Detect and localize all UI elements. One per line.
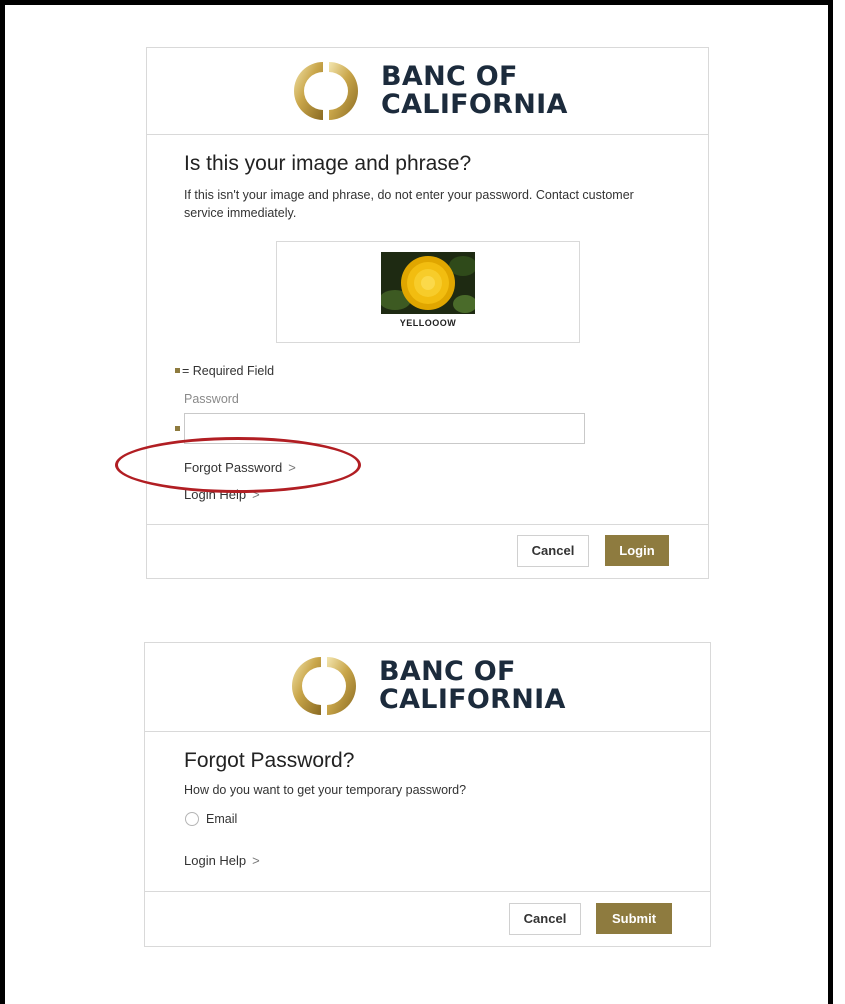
- forgot-card-header: BANC OF CALIFORNIA: [145, 643, 710, 732]
- login-help-label: Login Help: [184, 853, 247, 868]
- chevron-right-icon: >: [252, 853, 260, 868]
- security-warning: If this isn't your image and phrase, do …: [184, 188, 634, 220]
- forgot-password-card: BANC OF CALIFORNIA Forgot Password? How …: [144, 642, 711, 947]
- yellow-flower-image: [381, 252, 475, 314]
- login-help-link[interactable]: Login Help >: [184, 853, 260, 868]
- bank-logo: BANC OF CALIFORNIA: [291, 653, 566, 719]
- password-required-marker: [175, 426, 180, 431]
- security-image-box: YELLOOOW: [276, 241, 580, 343]
- login-button[interactable]: Login: [605, 535, 669, 566]
- password-label: Password: [184, 392, 239, 406]
- cancel-button[interactable]: Cancel: [517, 535, 589, 567]
- required-field-note: = Required Field: [182, 364, 275, 378]
- email-option-label[interactable]: Email: [206, 810, 237, 828]
- ring-logo-icon: [294, 62, 358, 120]
- login-card-footer: Cancel Login: [147, 524, 708, 578]
- submit-button[interactable]: Submit: [596, 903, 672, 934]
- temporary-password-question: How do you want to get your temporary pa…: [184, 783, 467, 797]
- login-card-title: Is this your image and phrase?: [184, 152, 472, 175]
- bank-name: BANC OF CALIFORNIA: [381, 63, 568, 119]
- bank-name-line1: BANC OF: [379, 656, 516, 687]
- forgot-card-footer: Cancel Submit: [145, 891, 710, 946]
- cancel-button[interactable]: Cancel: [509, 903, 581, 935]
- bank-name-line1: BANC OF: [381, 61, 518, 92]
- bank-name: BANC OF CALIFORNIA: [379, 658, 566, 714]
- login-card-header: BANC OF CALIFORNIA: [147, 48, 708, 135]
- email-radio[interactable]: [185, 812, 199, 826]
- highlight-ellipse: [115, 437, 361, 493]
- bank-logo: BANC OF CALIFORNIA: [293, 58, 568, 124]
- login-card: BANC OF CALIFORNIA Is this your image an…: [146, 47, 709, 579]
- forgot-card-title: Forgot Password?: [184, 749, 355, 772]
- bank-name-line2: CALIFORNIA: [381, 89, 568, 120]
- bank-name-line2: CALIFORNIA: [379, 684, 566, 715]
- ring-logo-icon: [292, 657, 356, 715]
- required-marker: [175, 368, 180, 373]
- security-phrase: YELLOOOW: [399, 318, 457, 328]
